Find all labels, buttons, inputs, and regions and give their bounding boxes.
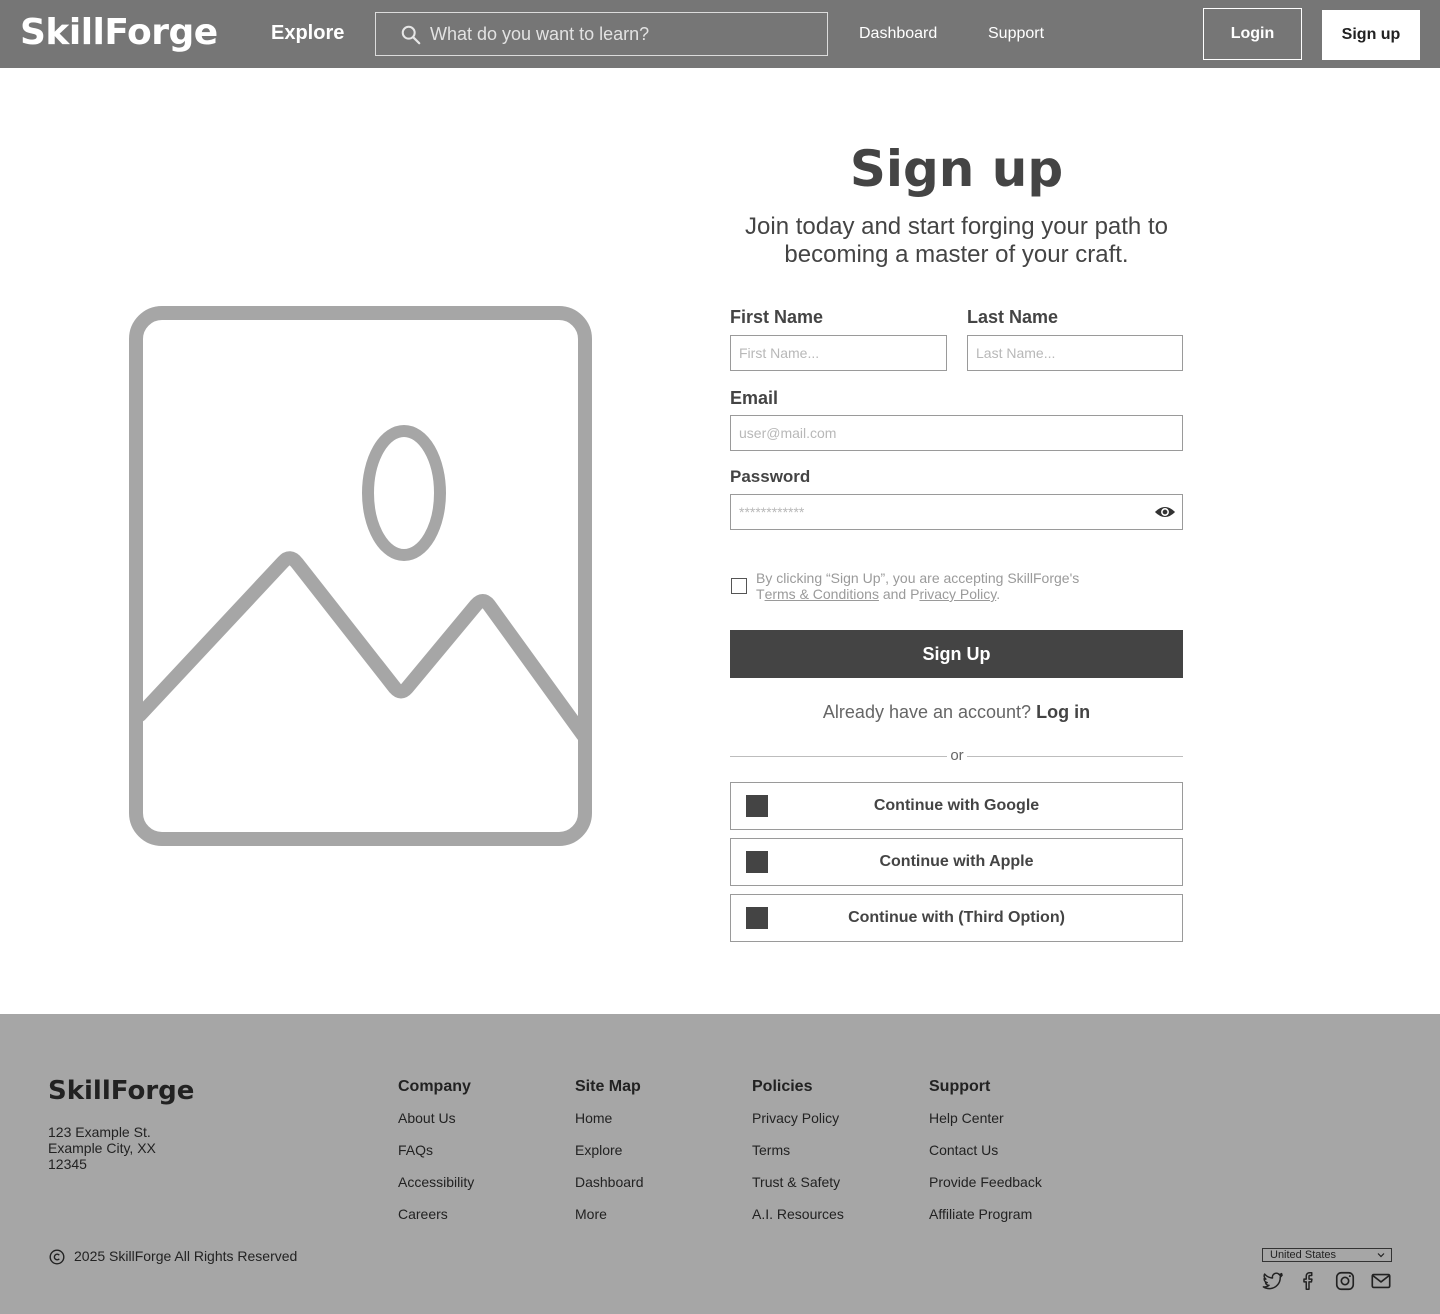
footer-link-privacy-policy[interactable]: Privacy Policy: [752, 1110, 844, 1142]
footer-link-about-us[interactable]: About Us: [398, 1110, 474, 1142]
email-field[interactable]: [730, 415, 1183, 451]
footer-link-terms[interactable]: Terms: [752, 1142, 844, 1174]
nav-link-support[interactable]: Support: [988, 25, 1044, 43]
footer-column-title: Support: [929, 1078, 991, 1095]
country-select-value: United States: [1270, 1249, 1337, 1261]
footer-link-home[interactable]: Home: [575, 1110, 644, 1142]
footer-link-careers[interactable]: Careers: [398, 1206, 474, 1238]
chevron-down-icon: [1377, 1253, 1385, 1258]
continue-apple-button[interactable]: Continue with Apple: [730, 838, 1183, 886]
nav-link-dashboard[interactable]: Dashboard: [859, 25, 937, 43]
footer-column-support: Support Help Center Contact Us Provide F…: [929, 1078, 1042, 1238]
login-link[interactable]: Log in: [1036, 702, 1090, 722]
twitter-icon[interactable]: [1262, 1270, 1284, 1292]
first-name-label: First Name: [730, 307, 824, 327]
page-title: Sign up: [849, 140, 1064, 198]
footer-link-accessibility[interactable]: Accessibility: [398, 1174, 474, 1206]
footer-link-help-center[interactable]: Help Center: [929, 1110, 1042, 1142]
footer-link-provide-feedback[interactable]: Provide Feedback: [929, 1174, 1042, 1206]
copyright-text: 2025 SkillForge All Rights Reserved: [74, 1248, 298, 1264]
continue-apple-label: Continue with Apple: [879, 853, 1034, 870]
footer-column-company: Company About Us FAQs Accessibility Care…: [398, 1078, 474, 1238]
footer-link-trust-safety[interactable]: Trust & Safety: [752, 1174, 844, 1206]
login-button[interactable]: Login: [1203, 8, 1302, 60]
password-label: Password: [730, 467, 811, 486]
search-bar[interactable]: [375, 12, 828, 56]
footer-link-faqs[interactable]: FAQs: [398, 1142, 474, 1174]
footer-column-site-map: Site Map Home Explore Dashboard More: [575, 1078, 644, 1238]
footer-logo[interactable]: SkillForge: [48, 1076, 194, 1106]
signup-nav-button[interactable]: Sign up: [1322, 10, 1420, 60]
footer-link-contact-us[interactable]: Contact Us: [929, 1142, 1042, 1174]
footer-link-dashboard[interactable]: Dashboard: [575, 1174, 644, 1206]
terms-checkbox[interactable]: [731, 578, 747, 594]
password-field[interactable]: [730, 494, 1183, 530]
copyright-icon: [49, 1249, 65, 1265]
footer-address: 123 Example St. Example City, XX 12345: [48, 1124, 156, 1172]
continue-third-option-label: Continue with (Third Option): [848, 909, 1065, 926]
logo[interactable]: SkillForge: [20, 12, 218, 53]
last-name-label: Last Name: [967, 307, 1059, 327]
search-input[interactable]: [430, 13, 810, 55]
terms-link[interactable]: erms & Conditions: [765, 586, 879, 602]
footer-column-title: Policies: [752, 1078, 813, 1095]
page-subtitle: Join today and start forging your path t…: [745, 213, 1168, 268]
privacy-link[interactable]: rivacy Policy: [919, 586, 996, 602]
mail-icon[interactable]: [1370, 1270, 1392, 1292]
top-nav: SkillForge Explore Dashboard Support Log…: [0, 0, 1440, 68]
continue-third-option-button[interactable]: Continue with (Third Option): [730, 894, 1183, 942]
last-name-field[interactable]: [967, 335, 1183, 371]
first-name-field[interactable]: [730, 335, 947, 371]
image-placeholder-icon: [129, 306, 592, 846]
search-icon: [401, 25, 421, 45]
facebook-icon[interactable]: [1298, 1270, 1320, 1292]
footer: SkillForge 123 Example St. Example City,…: [0, 1014, 1440, 1314]
divider-right: [967, 756, 1183, 757]
nav-explore-link[interactable]: Explore: [271, 22, 344, 45]
instagram-icon[interactable]: [1334, 1270, 1356, 1292]
already-account-text: Already have an account? Log in: [822, 702, 1091, 722]
footer-link-more[interactable]: More: [575, 1206, 644, 1238]
country-select[interactable]: United States: [1262, 1248, 1392, 1262]
footer-link-ai-resources[interactable]: A.I. Resources: [752, 1206, 844, 1238]
divider-left: [730, 756, 947, 757]
footer-column-policies: Policies Privacy Policy Terms Trust & Sa…: [752, 1078, 844, 1238]
footer-link-affiliate-program[interactable]: Affiliate Program: [929, 1206, 1042, 1238]
continue-google-button[interactable]: Continue with Google: [730, 782, 1183, 830]
footer-column-title: Company: [398, 1078, 471, 1095]
email-label: Email: [730, 388, 779, 408]
sign-up-submit-button[interactable]: Sign Up: [730, 630, 1183, 678]
footer-column-title: Site Map: [575, 1078, 641, 1095]
footer-link-explore[interactable]: Explore: [575, 1142, 644, 1174]
terms-text: By clicking “Sign Up”, you are accepting…: [756, 570, 1080, 602]
continue-google-label: Continue with Google: [873, 797, 1040, 814]
eye-icon[interactable]: [1154, 503, 1176, 521]
